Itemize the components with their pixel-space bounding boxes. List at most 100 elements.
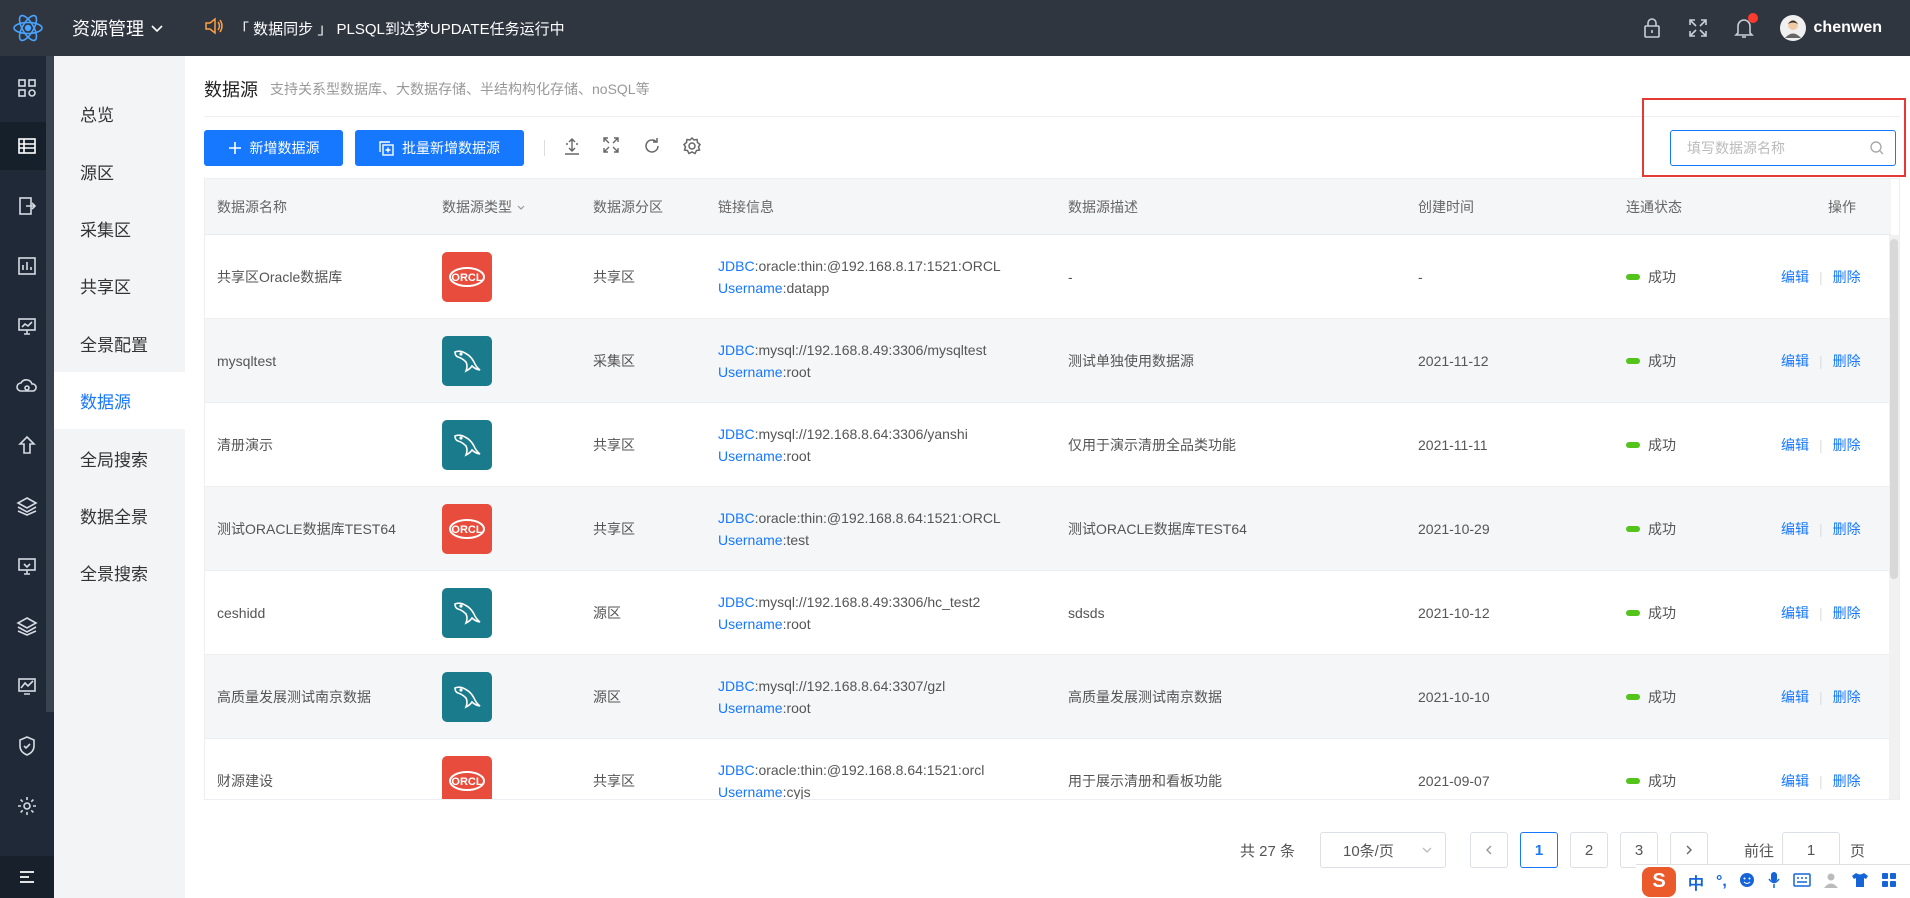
column-header-zone[interactable]: 数据源分区 [593,179,663,235]
batch-add-datasource-button[interactable]: 批量新增数据源 [355,130,524,166]
expand-icon[interactable] [602,136,620,154]
mysql-dolphin-icon [442,336,492,386]
keyboard-icon[interactable] [1793,873,1811,890]
table-scrollbar[interactable] [1889,235,1899,799]
datasource-type [442,571,492,655]
batch-add-icon [379,140,394,156]
sidebar-item-collect-zone[interactable]: 采集区 [54,200,185,257]
jdbc-value: :oracle:thin:@192.168.8.17:1521:ORCL [754,258,1001,274]
table-row[interactable]: mysqltest 采集区 JDBC:mysql://192.168.8.49:33… [205,319,1891,403]
delete-link[interactable]: 删除 [1833,687,1861,707]
column-height-icon[interactable] [562,136,582,156]
page-2-button[interactable]: 2 [1570,832,1608,868]
settings-icon[interactable] [682,136,702,156]
delete-link[interactable]: 删除 [1833,435,1861,455]
add-datasource-button[interactable]: 新增数据源 [204,130,343,166]
app-title-dropdown[interactable]: 资源管理 [72,15,164,41]
edit-link[interactable]: 编辑 [1781,519,1809,539]
jdbc-line: JDBC:mysql://192.168.8.49:3306/mysqltest [718,342,986,358]
delete-link[interactable]: 删除 [1833,267,1861,287]
sidebar-item-datasource[interactable]: 数据源 [54,371,185,430]
table-scrollbar-thumb[interactable] [1890,239,1898,579]
goto-page-input[interactable]: 1 [1782,832,1840,868]
datasource-type [442,319,492,403]
datasource-zone: 共享区 [593,521,635,537]
table-row[interactable]: 财源建设 ORCL 共享区 JDBC:oracle:thin:@192.168.8.6… [205,739,1891,799]
column-header-created[interactable]: 创建时间 [1418,179,1474,235]
action-separator: | [1819,353,1823,369]
microphone-icon[interactable] [1767,871,1781,892]
emoji-icon[interactable] [1739,872,1755,891]
table-row[interactable]: 高质量发展测试南京数据 源区 JDBC:mysql://192.168.8.64:3… [205,655,1891,739]
edit-link[interactable]: 编辑 [1781,603,1809,623]
bell-icon[interactable] [1733,13,1758,39]
table-row[interactable]: ceshidd 源区 JDBC:mysql://192.168.8.49:3306/… [205,571,1891,655]
column-header-type[interactable]: 数据源类型 [442,179,526,235]
status-text: 成功 [1648,689,1676,705]
atom-logo-icon[interactable] [0,0,56,56]
fullscreen-icon[interactable] [1688,18,1708,38]
sidebar-item-label: 全景配置 [80,335,148,355]
status-text: 成功 [1648,437,1676,453]
username-key: Username [718,616,783,632]
oracle-logo-icon: ORCL [442,756,492,799]
delete-link[interactable]: 删除 [1833,351,1861,371]
username-line: Username:cyjs [718,784,811,799]
sidebar-item-data-panorama[interactable]: 数据全景 [54,487,185,544]
announcement[interactable]: 「 数据同步 」 PLSQL到达梦UPDATE任务运行中 [204,17,565,39]
column-header-desc[interactable]: 数据源描述 [1068,179,1138,235]
sidebar-item-overview[interactable]: 总览 [54,85,185,142]
action-separator: | [1819,605,1823,621]
sidebar-item-panorama-config[interactable]: 全景配置 [54,315,185,372]
rail-scrollbar[interactable] [46,56,54,712]
table-row[interactable]: 测试ORACLE数据库TEST64 ORCL 共享区 JDBC:oracle:thin… [205,487,1891,571]
table-row[interactable]: 共享区Oracle数据库 ORCL 共享区 JDBC:oracle:thin:@192… [205,235,1891,319]
username-value: :root [782,616,811,632]
lock-icon[interactable] [1642,17,1662,39]
ime-logo[interactable]: S [1642,866,1676,897]
edit-link[interactable]: 编辑 [1781,351,1809,371]
edit-link[interactable]: 编辑 [1781,435,1809,455]
search-input[interactable] [1687,140,1869,156]
sidebar-item-panorama-search[interactable]: 全景搜索 [54,544,185,601]
edit-link[interactable]: 编辑 [1781,267,1809,287]
table-row[interactable]: 清册演示 共享区 JDBC:mysql://192.168.8.64:3306/ya… [205,403,1891,487]
delete-link[interactable]: 删除 [1833,519,1861,539]
ime-mode[interactable]: 中 [1688,870,1704,894]
sidebar-item-source-zone[interactable]: 源区 [54,142,185,199]
next-page-button[interactable] [1670,832,1708,868]
skin-icon[interactable] [1851,872,1869,891]
username-line: Username:root [718,616,811,632]
delete-link[interactable]: 删除 [1833,771,1861,791]
ime-punctuation[interactable]: °, [1716,873,1727,891]
page-size-select[interactable]: 10条/页 [1320,832,1446,868]
shield-icon[interactable] [0,722,54,770]
sidebar-item-share-zone[interactable]: 共享区 [54,257,185,314]
chevron-down-icon [517,205,525,210]
svg-text:ORCL: ORCL [451,776,482,788]
column-header-status[interactable]: 连通状态 [1626,179,1682,235]
column-header-name[interactable]: 数据源名称 [217,179,287,235]
search-box[interactable] [1670,130,1896,166]
svg-text:ORCL: ORCL [451,524,482,536]
prev-page-button[interactable] [1470,832,1508,868]
status-indicator [1626,274,1640,280]
datasource-name: 共享区Oracle数据库 [217,269,343,285]
search-icon[interactable] [1869,140,1885,156]
column-header-link[interactable]: 链接信息 [718,179,774,235]
username-line: Username:root [718,700,811,716]
total-count: 共 27 条 [1240,842,1296,860]
page-3-button[interactable]: 3 [1620,832,1658,868]
refresh-icon[interactable] [642,136,662,156]
user-menu[interactable]: chenwen [1779,15,1882,41]
toolbox-icon[interactable] [1881,872,1897,891]
edit-link[interactable]: 编辑 [1781,771,1809,791]
sidebar-item-global-search[interactable]: 全局搜索 [54,429,185,486]
page-title: 数据源 [204,80,258,100]
delete-link[interactable]: 删除 [1833,603,1861,623]
page-1-button[interactable]: 1 [1520,832,1558,868]
gear-icon[interactable] [0,782,54,830]
user-icon[interactable] [1823,872,1839,891]
edit-link[interactable]: 编辑 [1781,687,1809,707]
collapse-menu-icon[interactable] [0,856,54,898]
